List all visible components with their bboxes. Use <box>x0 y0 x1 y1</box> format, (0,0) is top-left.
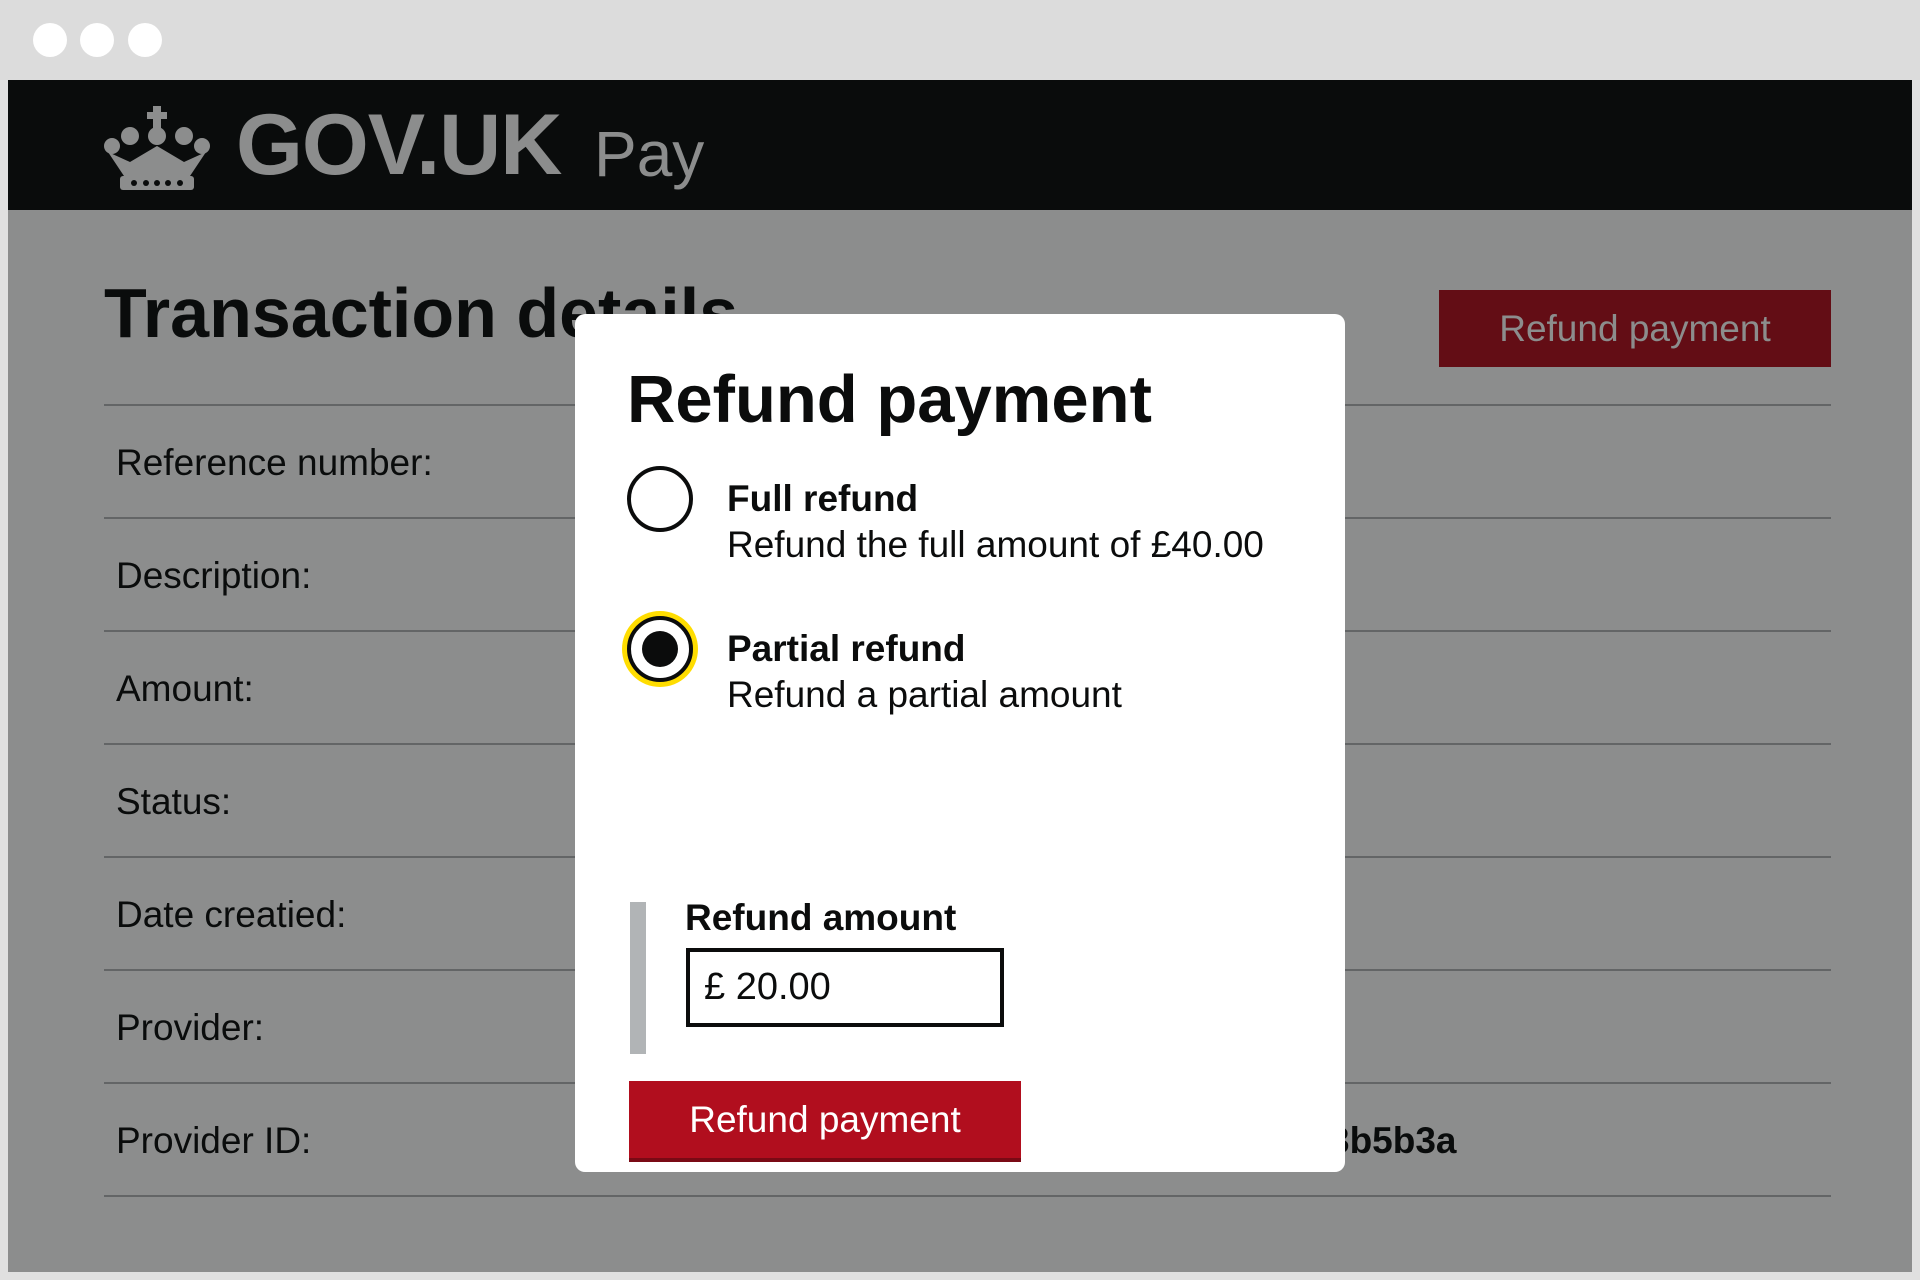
window-control-dot-maximize[interactable] <box>128 23 162 57</box>
radio-hint: Refund the full amount of £40.00 <box>727 524 1264 565</box>
window-control-dot-minimize[interactable] <box>80 23 114 57</box>
browser-window: GOV.UK Pay Transaction details Refund pa… <box>8 80 1912 1272</box>
browser-chrome <box>0 0 1920 80</box>
dialog-title: Refund payment <box>627 362 1152 437</box>
submit-refund-button[interactable]: Refund payment <box>629 1081 1021 1158</box>
conditional-reveal-bar <box>630 902 646 1054</box>
refund-amount-input[interactable] <box>686 948 1004 1027</box>
radio-label[interactable]: Partial refund <box>727 630 966 667</box>
refund-amount-label: Refund amount <box>685 897 957 938</box>
radio-full-refund[interactable]: Full refund Refund the full amount of £4… <box>627 466 1307 576</box>
radio-button-checked[interactable] <box>627 616 693 682</box>
refund-dialog: Refund payment Full refund Refund the fu… <box>575 314 1345 1172</box>
radio-button[interactable] <box>627 466 693 532</box>
radio-label[interactable]: Full refund <box>727 480 918 517</box>
window-control-dot-close[interactable] <box>33 23 67 57</box>
radio-hint: Refund a partial amount <box>727 674 1122 715</box>
radio-partial-refund[interactable]: Partial refund Refund a partial amount <box>627 616 1307 726</box>
radio-selected-dot <box>642 631 678 667</box>
